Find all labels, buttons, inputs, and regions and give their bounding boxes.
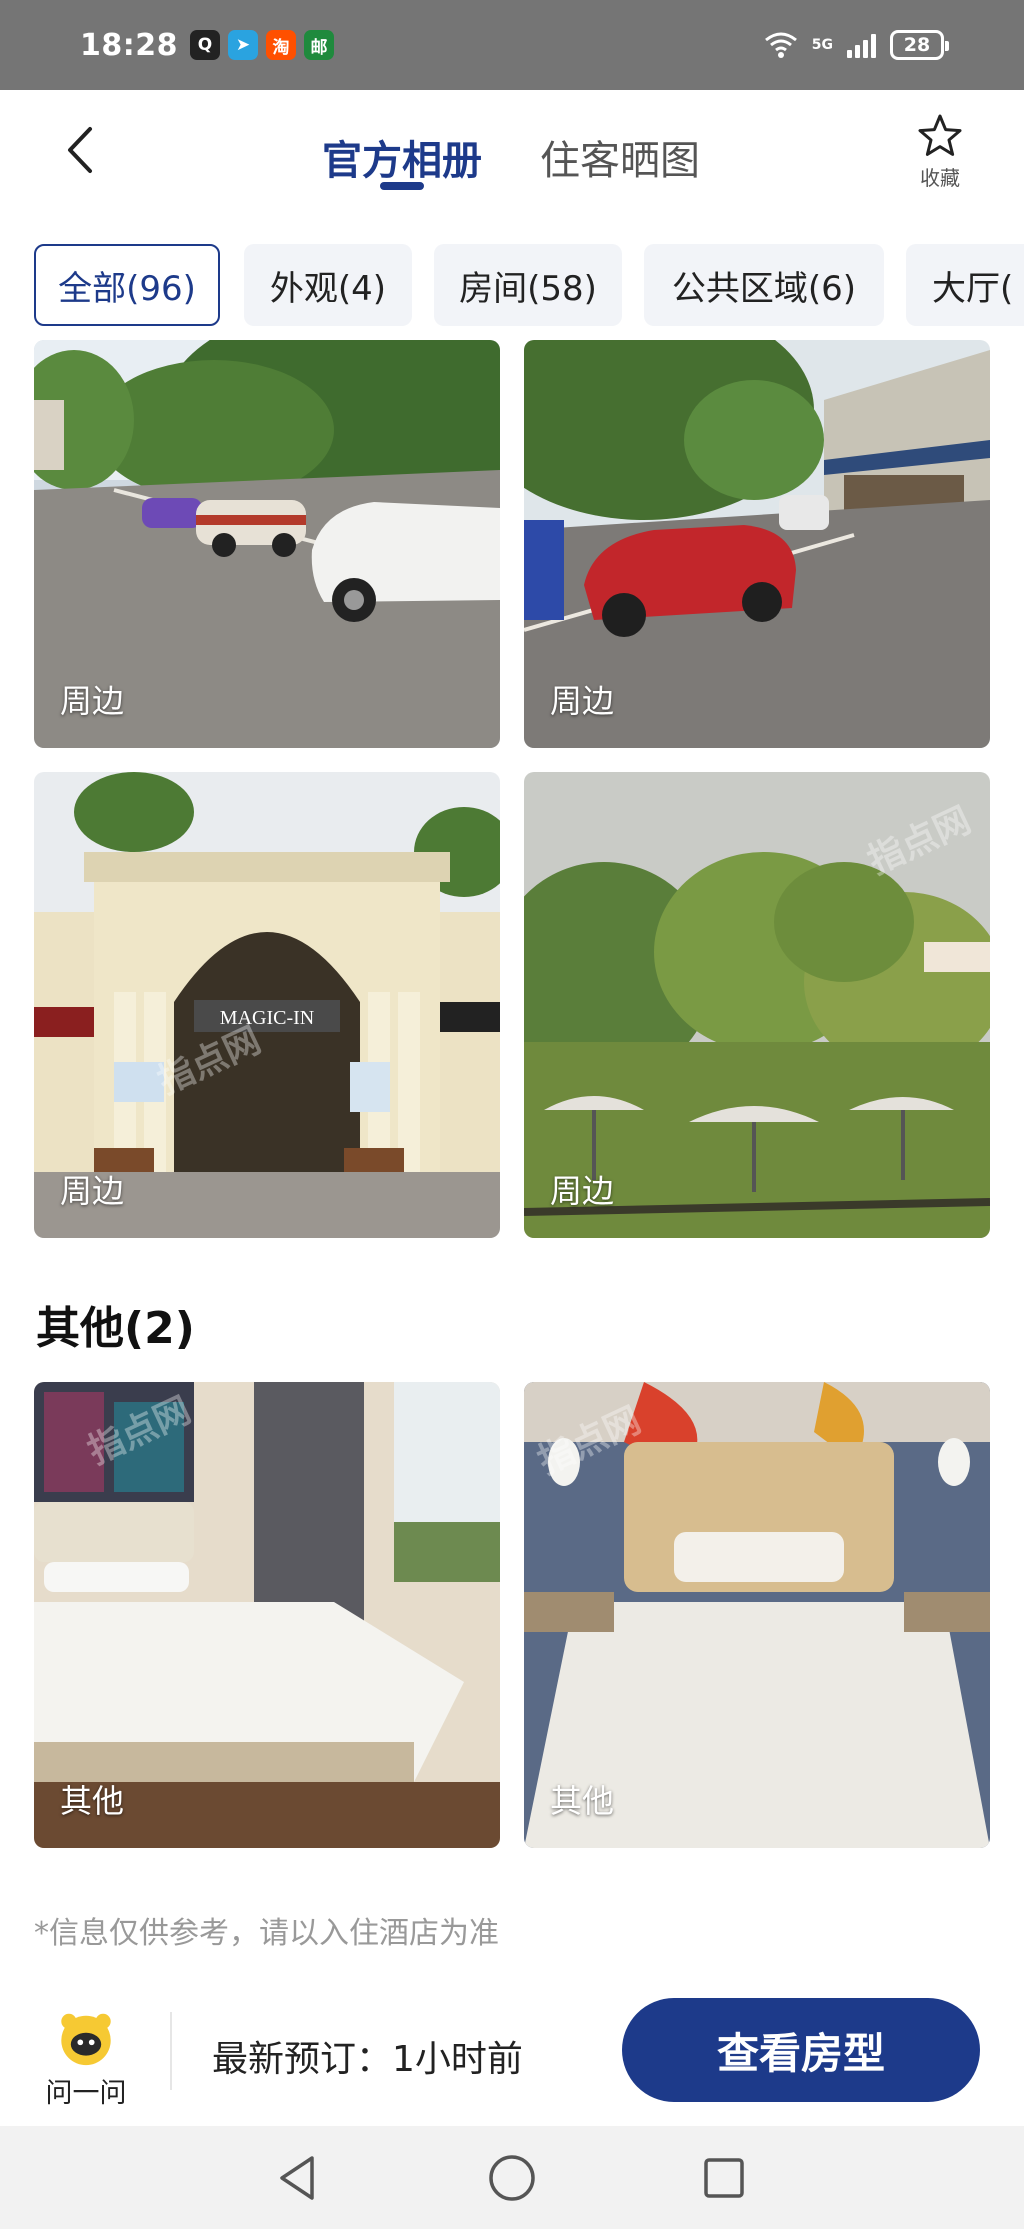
china-post-icon: 邮 bbox=[304, 30, 334, 60]
photo-surroundings-2[interactable]: 周边 bbox=[524, 340, 990, 748]
status-indicators: 5G 28 bbox=[764, 30, 949, 60]
photo-label: 其他 bbox=[60, 1782, 125, 1820]
ask-label: 问一问 bbox=[45, 2078, 127, 2109]
recents-square-icon[interactable] bbox=[698, 2152, 750, 2204]
status-time: 18:28 bbox=[80, 27, 178, 63]
chevron-left-icon bbox=[68, 127, 92, 173]
ask-button[interactable]: 问一问 bbox=[36, 2010, 136, 2110]
photo-label: 周边 bbox=[60, 1172, 125, 1210]
back-button[interactable] bbox=[50, 120, 110, 180]
photo-label: 周边 bbox=[60, 682, 125, 720]
header: 官方相册 住客晒图 收藏 bbox=[0, 90, 1024, 230]
battery-icon: 28 bbox=[890, 30, 949, 60]
photo-other-2[interactable]: 指点网 其他 bbox=[524, 1382, 990, 1848]
telegram-icon: ➤ bbox=[228, 30, 258, 60]
photo-label: 其他 bbox=[550, 1782, 615, 1820]
photo-surroundings-3[interactable]: MAGIC-IN 指点网 周边 bbox=[34, 772, 500, 1238]
network-type: 5G bbox=[811, 37, 833, 53]
active-tab-indicator bbox=[380, 182, 424, 190]
taobao-icon: 淘 bbox=[266, 30, 296, 60]
star-icon bbox=[918, 114, 962, 156]
view-room-types-button[interactable]: 查看房型 bbox=[622, 1998, 980, 2102]
status-app-icons: Q ➤ 淘 邮 bbox=[190, 30, 334, 60]
battery-level: 28 bbox=[903, 34, 931, 56]
photo-label: 周边 bbox=[550, 682, 615, 720]
photo-surroundings-1[interactable]: 周边 bbox=[34, 340, 500, 748]
divider bbox=[170, 2012, 172, 2090]
disclaimer-text: *信息仅供参考，请以入住酒店为准 bbox=[34, 1916, 499, 1951]
qq-icon: Q bbox=[190, 30, 220, 60]
filter-chip-public-area[interactable]: 公共区域(6) bbox=[644, 244, 884, 326]
filter-chip-all[interactable]: 全部(96) bbox=[34, 244, 220, 326]
mascot-icon bbox=[61, 2013, 111, 2066]
system-navigation-bar bbox=[0, 2126, 1024, 2229]
favorite-label: 收藏 bbox=[920, 166, 960, 190]
section-title-other: 其他(2) bbox=[36, 1303, 195, 1354]
signal-icon bbox=[847, 32, 876, 58]
photo-label: 周边 bbox=[550, 1172, 615, 1210]
latest-booking-text: 最新预订：1小时前 bbox=[212, 2039, 523, 2080]
tab-guest-photos[interactable]: 住客晒图 bbox=[540, 128, 700, 186]
tab-official-album[interactable]: 官方相册 bbox=[322, 128, 482, 186]
category-filter-bar: 全部(96) 外观(4) 房间(58) 公共区域(6) 大厅( bbox=[0, 240, 1024, 330]
photo-other-1[interactable]: 指点网 其他 bbox=[34, 1382, 500, 1848]
home-circle-icon[interactable] bbox=[486, 2152, 538, 2204]
status-bar: 18:28 Q ➤ 淘 邮 5G 28 bbox=[0, 0, 1024, 90]
filter-chip-exterior[interactable]: 外观(4) bbox=[244, 244, 412, 326]
wifi-icon bbox=[764, 32, 797, 58]
photo-surroundings-4[interactable]: 指点网 周边 bbox=[524, 772, 990, 1238]
favorite-button[interactable]: 收藏 bbox=[900, 112, 980, 192]
filter-chip-rooms[interactable]: 房间(58) bbox=[434, 244, 622, 326]
bottom-action-bar: 问一问 最新预订：1小时前 查看房型 bbox=[0, 1980, 1024, 2120]
back-triangle-icon[interactable] bbox=[272, 2152, 324, 2204]
filter-chip-lobby[interactable]: 大厅( bbox=[906, 244, 1024, 326]
